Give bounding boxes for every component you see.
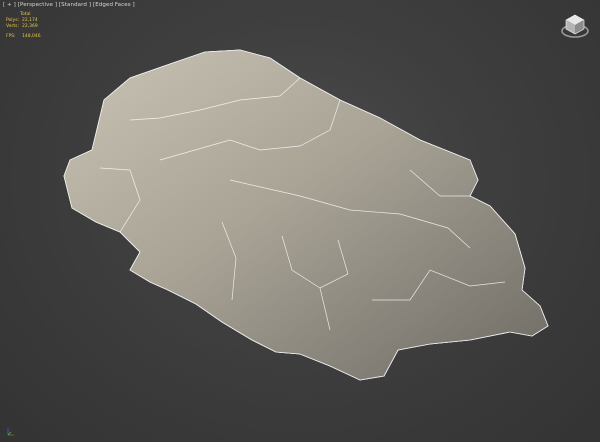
viewcube-icon[interactable]: [560, 10, 590, 40]
viewport-label: [ + ] [Perspective ] [Standard ] [Edged …: [3, 2, 135, 8]
scene-statistics: Total Polys: 22,174 Verts: 22,369 FPS: 1…: [6, 12, 41, 40]
viewport[interactable]: [ + ] [Perspective ] [Standard ] [Edged …: [0, 0, 600, 442]
stats-fps-value: 148,046: [22, 34, 41, 39]
stats-verts-value: 22,369: [22, 24, 38, 29]
axis-tripod-icon: [7, 428, 14, 436]
stats-fps: FPS: 148,046: [6, 34, 41, 40]
viewport-display-menu[interactable]: [Edged Faces ]: [93, 2, 135, 8]
viewport-view-menu[interactable]: [Perspective ]: [18, 2, 57, 8]
stats-verts: Verts: 22,369: [6, 24, 41, 30]
stats-verts-label: Verts:: [6, 24, 19, 29]
viewport-shading-menu[interactable]: [Standard ]: [59, 2, 91, 8]
viewport-plus-menu[interactable]: [ + ]: [3, 2, 16, 8]
rock-mesh[interactable]: [0, 0, 600, 442]
stats-fps-label: FPS:: [6, 34, 16, 39]
